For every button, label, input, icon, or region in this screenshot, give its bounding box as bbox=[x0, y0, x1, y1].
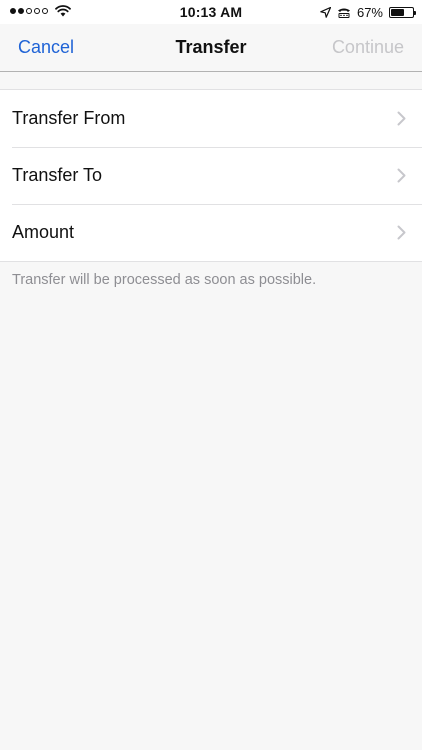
chevron-right-icon bbox=[397, 168, 406, 183]
transfer-from-label: Transfer From bbox=[12, 108, 126, 128]
continue-button[interactable]: Continue bbox=[332, 37, 404, 58]
chevron-right-icon bbox=[397, 225, 406, 240]
tty-icon bbox=[337, 8, 350, 18]
battery-icon bbox=[389, 6, 416, 18]
status-bar: 10:13 AM 67% bbox=[0, 0, 422, 24]
cancel-button[interactable]: Cancel bbox=[18, 37, 74, 58]
location-arrow-icon bbox=[320, 6, 331, 18]
transfer-to-label: Transfer To bbox=[12, 165, 103, 185]
transfer-to-row[interactable]: Transfer To bbox=[0, 147, 422, 204]
chevron-right-icon bbox=[397, 111, 406, 126]
battery-tip bbox=[414, 10, 416, 15]
transfer-footnote: Transfer will be processed as soon as po… bbox=[12, 272, 317, 288]
battery-fill bbox=[391, 8, 405, 16]
transfer-from-row[interactable]: Transfer From bbox=[0, 90, 422, 147]
amount-label: Amount bbox=[12, 222, 75, 242]
transfer-options-list: Transfer From Transfer To Amount bbox=[0, 89, 422, 262]
battery-percent: 67% bbox=[356, 4, 383, 20]
amount-row[interactable]: Amount bbox=[0, 204, 422, 261]
navigation-bar: Cancel Transfer Continue bbox=[0, 24, 422, 72]
status-right-group: 67% bbox=[320, 3, 416, 21]
